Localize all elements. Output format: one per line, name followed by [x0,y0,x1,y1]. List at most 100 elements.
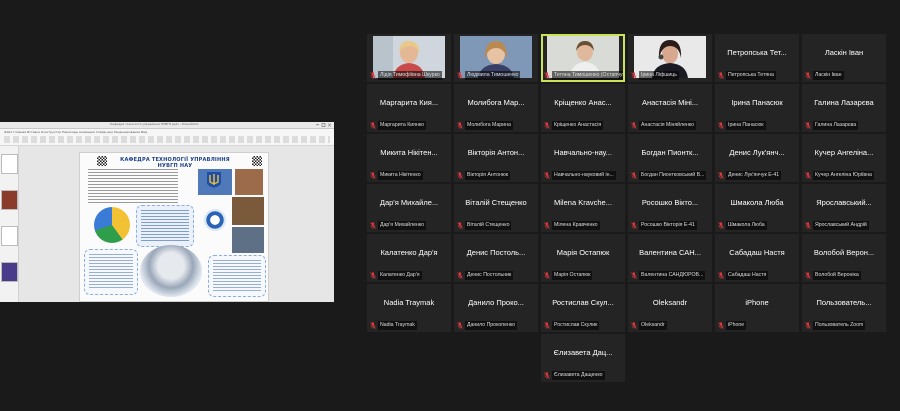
participant-tile[interactable]: Галина Лазарєва Галина Лазарєва [802,84,886,132]
slide-pie-chart [94,207,130,243]
participant-name-bar: Кріщенко Анастасія [544,121,623,130]
participant-name-bar: Денис Лук'янчук Е-41 [718,171,797,180]
participant-display-name: Кучер Ангеліна... [814,148,874,157]
participant-tile[interactable]: Росошко Вікто... Росошко Вікторія Е-41 [628,184,712,232]
participant-tile[interactable]: Ростислав Скул... Ростислав Скулик [541,284,625,332]
participant-tile[interactable]: Milena Kravche... Мілена Кравченко [541,184,625,232]
participant-name-bar: Єлизавета Дащенко [544,371,623,380]
participant-tile[interactable]: Людмила Тимошенко [454,34,538,82]
participant-display-name: Микита Нікітен... [380,148,438,157]
slide-callout [84,249,138,295]
participant-tile[interactable]: Валентина САН... Валентина САНДЮРОВ... [628,234,712,282]
muted-mic-icon [805,272,811,279]
participant-tile[interactable]: Лідія Тимофіївна Шкурко [367,34,451,82]
participant-name-bar: Людмила Тимошенко [457,71,536,80]
participant-name-bar: Сабадаш Настя [718,271,797,280]
muted-mic-icon [544,222,550,229]
participant-name: Лідія Тимофіївна Шкурко [378,71,442,80]
participant-display-name: Ласкін Іван [824,48,864,57]
participant-name: Ласкін Іван [813,71,844,80]
participant-tile[interactable]: Шмакола Люба Шмакола Люба [715,184,799,232]
participant-name-bar: Віталій Стещенко [457,221,536,230]
participant-name: Анастасія Міняйленко [639,121,697,130]
participant-name-bar: Oleksandr [631,321,710,330]
participant-name: Росошко Вікторія Е-41 [639,221,697,230]
participant-tile[interactable]: Денис Лук'янч... Денис Лук'янчук Е-41 [715,134,799,182]
window-titlebar: Кафедра технології управління НУВГП.pptx… [0,122,334,129]
participant-display-name: Петропська Тет... [727,48,787,57]
muted-mic-icon [544,122,550,129]
participant-display-name: Віталій Стещенко [465,198,527,207]
participant-display-name: Сабадаш Настя [729,248,785,257]
participant-tile[interactable]: Дар'я Михайле... Дар'я Михайленко [367,184,451,232]
participant-name-bar: Nadia Traymak [370,321,449,330]
participant-tile[interactable]: Петропська Тет... Петропська Тетяна [715,34,799,82]
participant-name: Шмакола Люба [726,221,767,230]
participant-tile[interactable]: iPhone iPhone [715,284,799,332]
participant-display-name: Денис Постоль... [466,248,526,257]
participant-tile[interactable]: Денис Постоль... Денис Постольник [454,234,538,282]
participant-name: Пользователь Zoom [813,321,866,330]
participant-name: Маргарита Киянко [378,121,427,130]
muted-mic-icon [631,172,637,179]
participant-display-name: Шмакола Люба [730,198,784,207]
participant-tile[interactable]: Сабадаш Настя Сабадаш Настя [715,234,799,282]
participant-tile[interactable]: Oleksandr Oleksandr [628,284,712,332]
slide-workspace: КАФЕДРА ТЕХНОЛОГІЇ УПРАВЛІННЯ НУВГП НАУ [19,146,334,302]
participant-display-name: Анастасія Міні... [641,98,699,107]
participant-tile[interactable]: Nadia Traymak Nadia Traymak [367,284,451,332]
muted-mic-icon [457,172,463,179]
muted-mic-icon [370,322,376,329]
participant-name-bar: Ярославський Андрій [805,221,884,230]
muted-mic-icon [544,272,550,279]
participant-tile[interactable]: Навчально-нау... Навчально-науковий ін..… [541,134,625,182]
participant-name: Людмила Тимошенко [465,71,521,80]
participant-tile[interactable]: Маргарита Кия... Маргарита Киянко [367,84,451,132]
participant-tile[interactable]: Волобой Верон... Волобой Вероніка [802,234,886,282]
participant-tile[interactable]: Анастасія Міні... Анастасія Міняйленко [628,84,712,132]
participant-tile[interactable]: Богдан Пионтк... Богдан Пионтковський В.… [628,134,712,182]
participant-name: Микита Нікітенко [378,171,423,180]
participant-tile[interactable]: Ярославський... Ярославський Андрій [802,184,886,232]
participant-tile[interactable]: Вікторія Антон... Вікторія Антонюк [454,134,538,182]
slide-callout [208,255,266,297]
window-controls-icon [316,123,332,127]
participant-name-bar: Лідія Тимофіївна Шкурко [370,71,449,80]
participant-tile[interactable]: Єлизавета Дац... Єлизавета Дащенко [541,334,625,382]
participant-tile[interactable]: Ласкін Іван Ласкін Іван [802,34,886,82]
participant-tile[interactable]: Ірина Ліфшиць [628,34,712,82]
muted-mic-icon [370,272,376,279]
participant-name: Кріщенко Анастасія [552,121,604,130]
slide-thumbnail [1,154,18,174]
participant-name-bar: Дар'я Михайленко [370,221,449,230]
participant-display-name: Ростислав Скул... [552,298,614,307]
muted-mic-icon [631,322,637,329]
participant-name: Денис Лук'янчук Е-41 [726,171,782,180]
muted-mic-icon [544,322,550,329]
participant-display-name: Ірина Панасюк [731,98,783,107]
muted-mic-icon [370,122,376,129]
participant-tile[interactable]: Марія Остапюк Марія Остапюк [541,234,625,282]
participant-name: Петропська Тетяна [726,71,776,80]
muted-mic-icon [457,222,463,229]
participant-display-name: Калатенко Дар'я [380,248,438,257]
participant-tile[interactable]: Калатенко Дар'я Калатенко Дар'я [367,234,451,282]
participant-tile[interactable]: Микита Нікітен... Микита Нікітенко [367,134,451,182]
slide-photo [232,227,264,253]
participant-tile[interactable]: Тетяна Тимошенко (Остапчук) [541,34,625,82]
participant-name: Nadia Traymak [378,321,417,330]
participant-tile[interactable]: Данило Проко... Данило Прокопенко [454,284,538,332]
participant-tile[interactable]: Молибога Мар... Молибога Марина [454,84,538,132]
participant-display-name: Дар'я Михайле... [379,198,439,207]
participant-tile[interactable]: Пользователь... Пользователь Zoom [802,284,886,332]
participant-name-bar: Галина Лазарєва [805,121,884,130]
participant-tile[interactable]: Кріщенко Анас... Кріщенко Анастасія [541,84,625,132]
participant-tile[interactable]: Кучер Ангеліна... Кучер Ангеліна Юріївна [802,134,886,182]
muted-mic-icon [544,72,550,79]
participant-name: Калатенко Дар'я [378,271,422,280]
participant-display-name: Галина Лазарєва [814,98,874,107]
participant-tile[interactable]: Віталій Стещенко Віталій Стещенко [454,184,538,232]
ribbon-tabs: Файл Главная Вставка Конструктор Переход… [4,130,148,134]
participant-tile[interactable]: Ірина Панасюк Ірина Панасюк [715,84,799,132]
participant-display-name: Oleksandr [652,298,688,307]
